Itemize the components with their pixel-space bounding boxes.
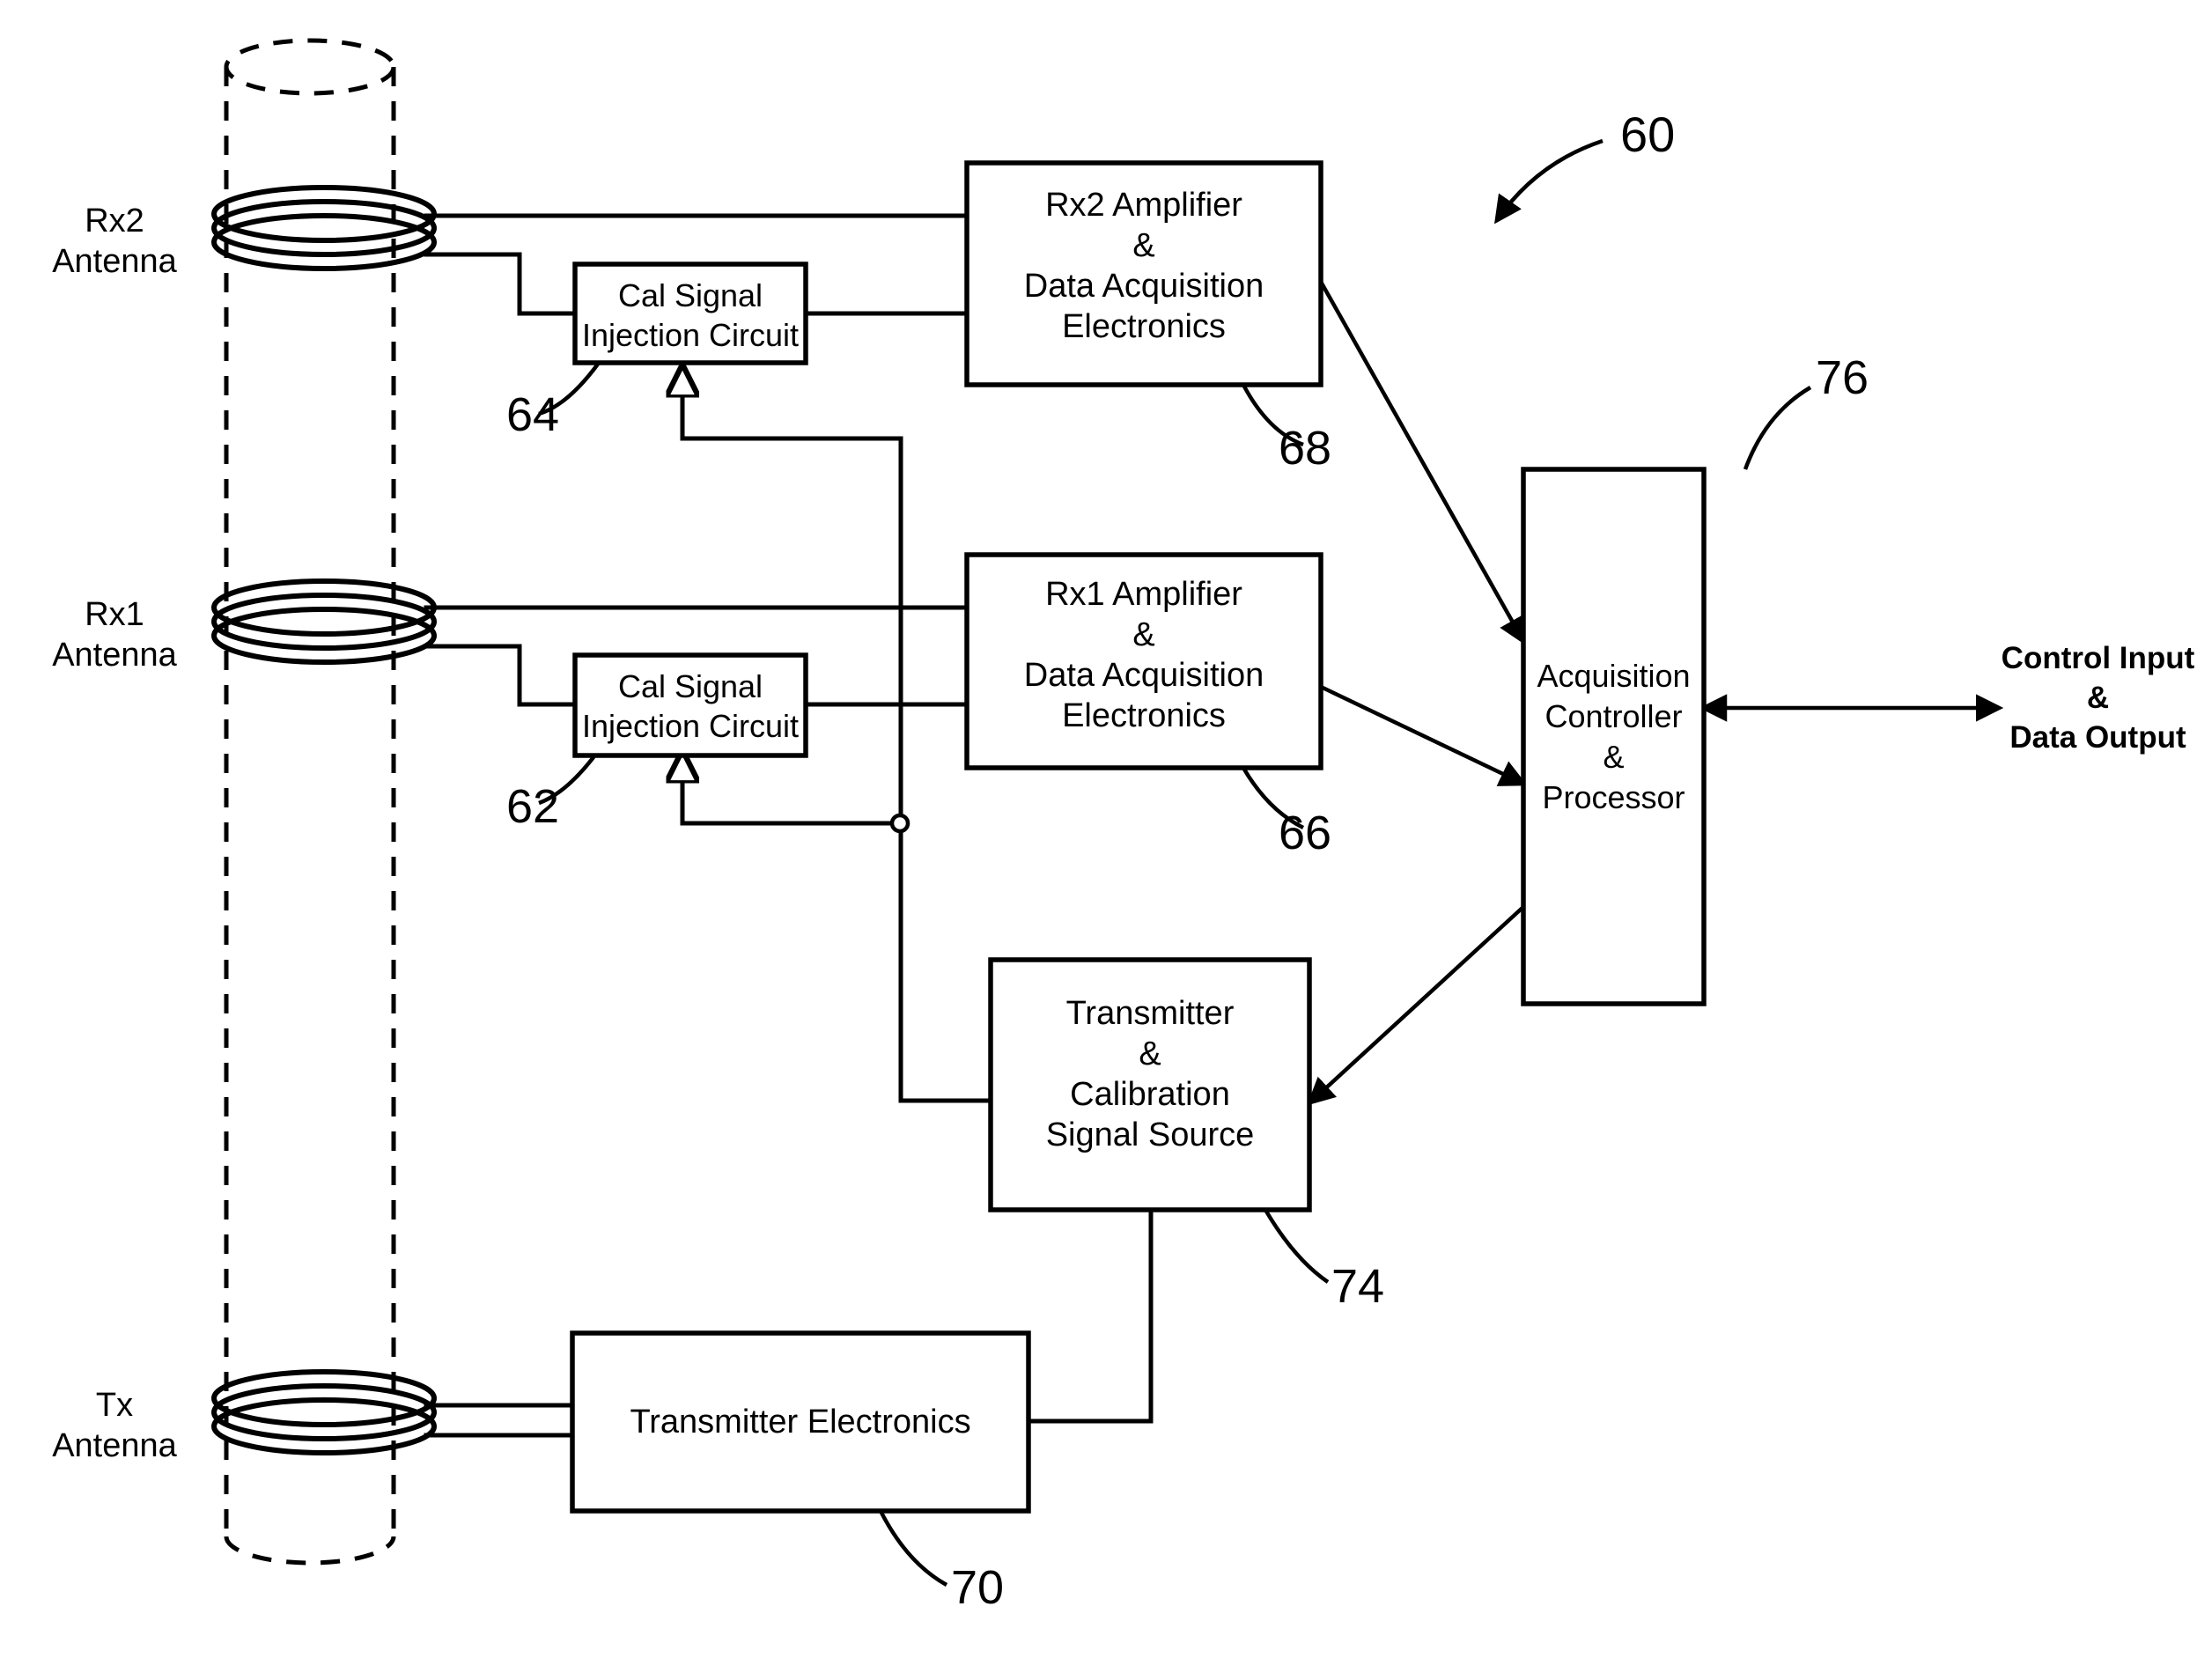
- transmitter-cal-source-text: Transmitter & Calibration Signal Source: [991, 993, 1309, 1155]
- rx1-antenna-label: Rx1 Antenna: [26, 594, 203, 675]
- tx-antenna-coil: [211, 1369, 437, 1455]
- rx1-amplifier-line1: Rx1 Amplifier: [1045, 576, 1242, 613]
- patent-figure: Rx2 Antenna Rx1 Antenna Tx Antenna Rx2 A…: [0, 0, 2197, 1680]
- cal-injection-rx2-line1: Cal Signal: [617, 277, 763, 313]
- transmitter-electronics-text: Transmitter Electronics: [572, 1402, 1028, 1442]
- acquisition-controller-text: Acquisition Controller & Processor: [1523, 656, 1704, 818]
- ref-numeral-transmitter-electronics: 70: [951, 1561, 1005, 1614]
- cal-injection-rx2-line2: Injection Circuit: [581, 317, 800, 353]
- ref-numeral-rx1-amplifier: 66: [1279, 807, 1332, 859]
- transmitter-cal-source-line1: Transmitter: [1065, 995, 1235, 1032]
- rx2-antenna-coil: [211, 185, 437, 271]
- acquisition-controller-line2: Controller: [1545, 698, 1683, 734]
- ref-numeral-cal-injection-rx2: 64: [506, 388, 560, 441]
- cal-injection-rx2-text: Cal Signal Injection Circuit: [575, 276, 806, 355]
- rx1-amplifier-line2: &: [1132, 616, 1155, 653]
- transmitter-cal-source-line3: Calibration: [1070, 1076, 1230, 1113]
- transmitter-cal-source-line2: &: [1139, 1035, 1161, 1072]
- rx1-amplifier-line4: Electronics: [1062, 697, 1226, 734]
- acquisition-controller-line4: Processor: [1542, 779, 1685, 815]
- rx1-antenna-coil: [211, 578, 437, 665]
- wiring-rx1: [424, 436, 993, 1103]
- rx2-amplifier-line4: Electronics: [1062, 308, 1226, 345]
- rx2-amplifier-line3: Data Acquisition: [1023, 268, 1264, 305]
- rx1-antenna-label-line1: Rx1: [85, 596, 144, 633]
- tx-antenna-label-line1: Tx: [95, 1387, 134, 1424]
- rx1-antenna-label-line2: Antenna: [52, 637, 177, 674]
- cal-injection-rx1-line2: Injection Circuit: [581, 708, 800, 744]
- rx1-amplifier-text: Rx1 Amplifier & Data Acquisition Electro…: [967, 574, 1321, 736]
- io-port-line2: &: [2086, 681, 2110, 715]
- rx1-amplifier-line3: Data Acquisition: [1023, 657, 1264, 694]
- transmitter-cal-source-line4: Signal Source: [1045, 1116, 1255, 1153]
- rx2-amplifier-text: Rx2 Amplifier & Data Acquisition Electro…: [967, 185, 1321, 347]
- tx-antenna-label-line2: Antenna: [52, 1427, 177, 1464]
- acquisition-controller-line3: &: [1603, 739, 1625, 775]
- io-port-line3: Data Output: [2009, 720, 2186, 755]
- ref-numeral-cal-injection-rx1: 62: [506, 780, 560, 833]
- ref-numeral-transmitter-cal-source: 74: [1331, 1260, 1385, 1313]
- rx2-amplifier-line1: Rx2 Amplifier: [1045, 187, 1242, 224]
- transmitter-electronics-line1: Transmitter Electronics: [630, 1404, 971, 1441]
- tx-antenna-label: Tx Antenna: [26, 1385, 203, 1466]
- io-port-label: Control Input & Data Output: [1999, 638, 2197, 757]
- ref-numeral-acquisition-controller: 76: [1816, 351, 1869, 404]
- rx2-antenna-label-line2: Antenna: [52, 243, 177, 280]
- rx2-antenna-label-line1: Rx2: [85, 203, 144, 239]
- io-port-line1: Control Input: [2001, 641, 2195, 675]
- ref-numeral-system: 60: [1620, 107, 1676, 162]
- rx2-antenna-label: Rx2 Antenna: [26, 201, 203, 282]
- ref-numeral-rx2-amplifier: 68: [1279, 422, 1332, 475]
- cal-injection-rx1-line1: Cal Signal: [617, 668, 763, 704]
- rx2-amplifier-line2: &: [1132, 227, 1155, 264]
- acquisition-controller-line1: Acquisition: [1537, 658, 1691, 694]
- cal-injection-rx1-text: Cal Signal Injection Circuit: [575, 667, 806, 746]
